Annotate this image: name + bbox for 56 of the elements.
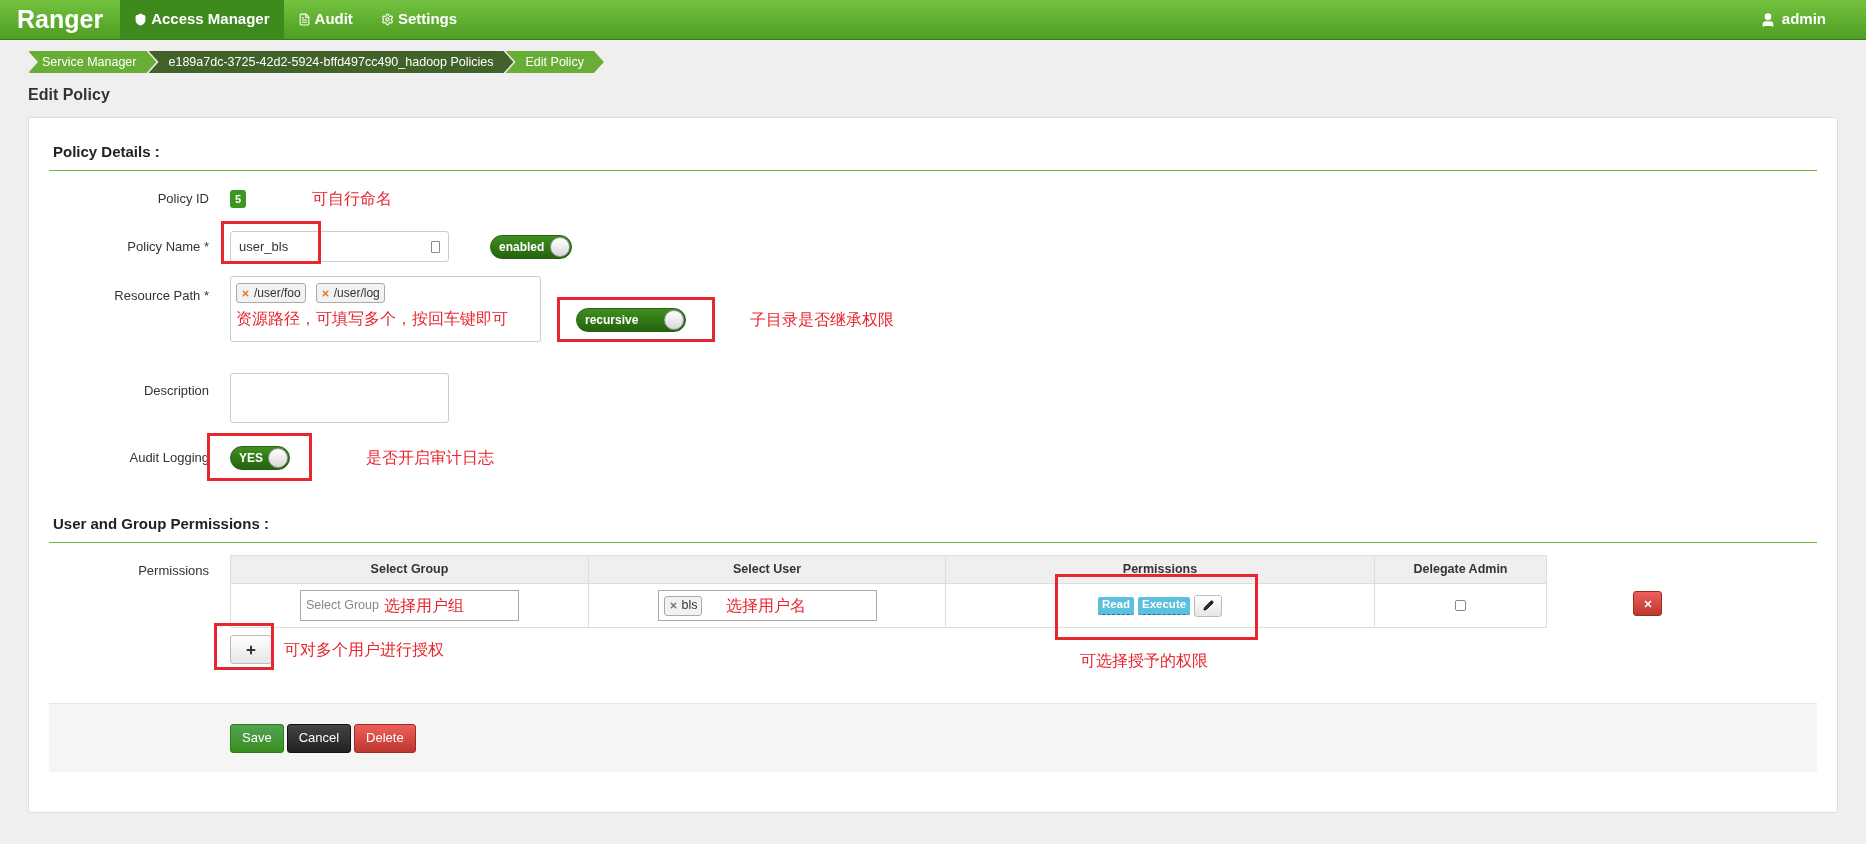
- file-icon: [297, 13, 311, 26]
- field-label: Policy ID: [157, 190, 209, 209]
- column-header: Select Group: [369, 561, 450, 579]
- field-label: Permissions: [138, 562, 209, 580]
- annotation-text: 选择用户组: [383, 595, 464, 616]
- nav-tab[interactable]: Settings: [366, 0, 472, 39]
- resource-path-input[interactable]: /user/foo /user/log 资源路径，可填写多个，按回车键即可: [230, 276, 541, 342]
- field-label: Policy Name *: [127, 237, 209, 256]
- annotation-text: 是否开启审计日志: [366, 448, 494, 468]
- pencil-icon: [1202, 600, 1214, 611]
- page-title: Edit Policy: [28, 85, 111, 105]
- annotation-text: 可对多个用户进行授权: [284, 639, 444, 660]
- edit-button[interactable]: [1194, 594, 1223, 617]
- shield-icon: [134, 13, 148, 26]
- section-heading: Policy Details :: [53, 143, 160, 160]
- breadcrumb-item[interactable]: e189a7dc-3725-42d2-5924-bffd497cc490_hadoop Policies: [148, 51, 514, 73]
- annotation-text: 可选择授予的权限: [1079, 651, 1208, 671]
- toggle-switch[interactable]: YES: [230, 446, 290, 470]
- action-button[interactable]: Save: [230, 723, 284, 753]
- user-menu[interactable]: admin: [1781, 8, 1826, 31]
- annotation-text: 子目录是否继承权限: [750, 310, 894, 330]
- breadcrumb-item[interactable]: Edit Policy: [505, 51, 604, 73]
- remove-icon: [241, 288, 250, 298]
- user-tag[interactable]: bls: [663, 595, 703, 616]
- add-row-button[interactable]: [230, 635, 272, 664]
- path-tag[interactable]: /user/log: [315, 283, 385, 303]
- nav-tab[interactable]: Audit: [283, 0, 367, 39]
- delegate-admin-checkbox[interactable]: [1455, 600, 1466, 611]
- field-label: Description: [143, 382, 209, 400]
- plus-icon: [245, 643, 257, 656]
- toggle-switch[interactable]: recursive: [576, 308, 686, 332]
- group-select[interactable]: Select Group 选择用户组: [300, 590, 519, 621]
- toggle-switch[interactable]: enabled: [490, 234, 572, 259]
- user-select[interactable]: bls 选择用户名: [657, 590, 877, 621]
- field-label: Resource Path *: [114, 287, 209, 305]
- column-header: Delegate Admin: [1374, 556, 1546, 583]
- close-icon: [1642, 598, 1653, 609]
- annotation-text: 可自行命名: [312, 189, 393, 209]
- action-button[interactable]: Cancel: [286, 723, 352, 753]
- remove-icon: [320, 288, 330, 298]
- nav-tab[interactable]: Access Manager: [120, 0, 284, 39]
- action-button[interactable]: Delete: [354, 723, 416, 753]
- column-header: Select User: [588, 556, 945, 583]
- policy-id-badge: 5: [230, 189, 247, 209]
- field-icon: [431, 240, 440, 253]
- remove-row-button[interactable]: [1633, 591, 1662, 616]
- section-heading: User and Group Permissions :: [53, 515, 269, 532]
- column-header: Permissions: [945, 556, 1374, 583]
- annotation-text: 选择用户名: [726, 595, 807, 616]
- policy-name-input[interactable]: user_bls: [230, 231, 449, 262]
- brand-logo[interactable]: Ranger: [0, 0, 121, 39]
- breadcrumb-item[interactable]: Service Manager: [28, 51, 157, 73]
- settings-icon: [380, 13, 394, 26]
- annotation-text: 资源路径，可填写多个，按回车键即可: [236, 309, 509, 329]
- path-tag[interactable]: /user/foo: [236, 283, 306, 303]
- remove-icon: [668, 601, 678, 610]
